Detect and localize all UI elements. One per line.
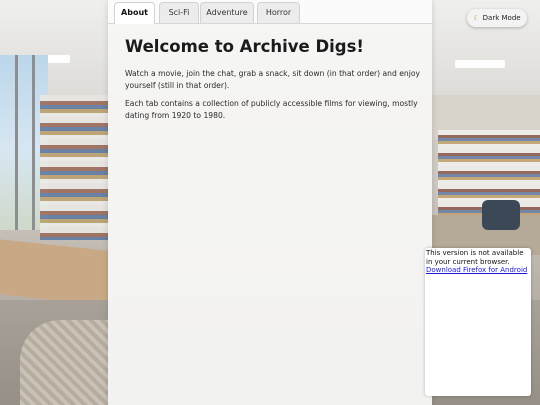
- window-frame: [32, 55, 35, 230]
- tab-adventure[interactable]: Adventure: [200, 2, 254, 23]
- seat: [20, 320, 108, 405]
- tab-about[interactable]: About: [114, 2, 155, 24]
- table: [0, 239, 108, 306]
- tab-bar: About Sci-Fi Adventure Horror: [108, 0, 432, 24]
- intro-paragraph: Watch a movie, join the chat, grab a sna…: [125, 69, 420, 90]
- armchair: [482, 200, 520, 230]
- moon-icon: ☾: [473, 14, 480, 22]
- window-frame: [15, 55, 18, 230]
- page-title: Welcome to Archive Digs!: [125, 37, 364, 56]
- dark-mode-button[interactable]: ☾ Dark Mode: [467, 9, 527, 27]
- download-firefox-link[interactable]: Download Firefox for Android: [426, 266, 527, 274]
- main-panel: About Sci-Fi Adventure Horror Welcome to…: [108, 0, 432, 405]
- notice-message: This version is not available in your cu…: [426, 249, 524, 266]
- ceiling-light: [455, 60, 505, 68]
- dark-mode-label: Dark Mode: [482, 14, 521, 22]
- tab-horror[interactable]: Horror: [257, 2, 300, 23]
- description-paragraph: Each tab contains a collection of public…: [125, 99, 418, 120]
- browser-notice-text: This version is not available in your cu…: [426, 249, 530, 275]
- browser-notice: This version is not available in your cu…: [425, 248, 531, 396]
- tab-sci-fi[interactable]: Sci-Fi: [159, 2, 199, 23]
- bookshelf: [40, 95, 108, 240]
